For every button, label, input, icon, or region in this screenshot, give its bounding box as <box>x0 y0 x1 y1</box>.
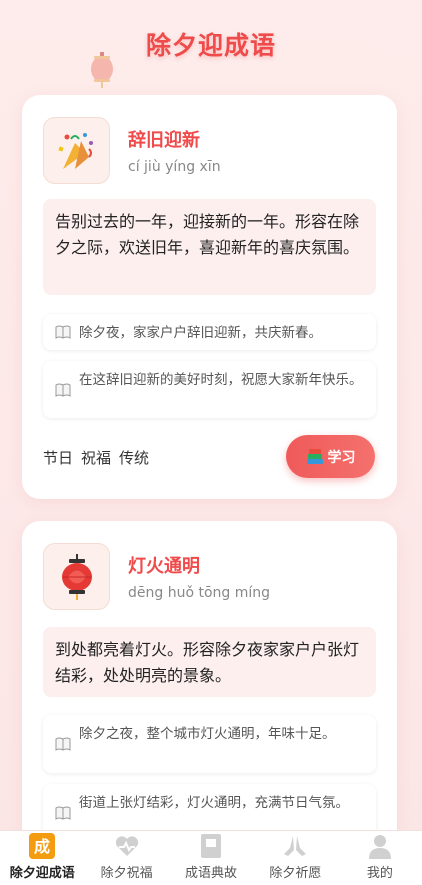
book-icon <box>55 806 71 820</box>
tab-label: 除夕祝福 <box>100 866 153 881</box>
tab-label: 除夕迎成语 <box>9 866 75 881</box>
tag: 节日 <box>43 449 74 467</box>
example-text: 除夕之夜，整个城市灯火通明，年味十足。 <box>79 726 336 742</box>
idiom-meaning: 告别过去的一年，迎接新的一年。形容在除夕之际，欢送旧年，喜迎新年的喜庆氛围。 <box>43 199 376 295</box>
tab-label: 我的 <box>366 866 393 881</box>
lantern-decoration-icon <box>91 52 113 88</box>
party-popper-icon <box>57 132 93 169</box>
book-icon <box>55 737 71 751</box>
idiom-meaning: 到处都亮着灯火。形容除夕夜家家户户张灯结彩，处处明亮的景象。 <box>43 627 376 697</box>
idiom-icon-box <box>43 117 110 184</box>
idiom-icon: 成 <box>28 832 56 860</box>
book-icon <box>55 325 71 339</box>
example-sentence: 除夕之夜，整个城市灯火通明，年味十足。 <box>43 715 376 773</box>
tab-label: 除夕祈愿 <box>269 866 322 881</box>
idiom-card[interactable]: 灯火通明 dēng huǒ tōng míng 到处都亮着灯火。形容除夕夜家家户… <box>22 521 397 851</box>
books-icon <box>306 448 323 464</box>
tab-label: 成语典故 <box>185 866 238 881</box>
example-text: 除夕夜，家家户户辞旧迎新，共庆新春。 <box>79 325 322 341</box>
pray-icon <box>281 832 309 860</box>
heart-icon <box>113 832 141 860</box>
lantern-icon <box>61 553 92 600</box>
example-sentence: 除夕夜，家家户户辞旧迎新，共庆新春。 <box>43 314 376 350</box>
example-text: 街道上张灯结彩，灯火通明，充满节日气氛。 <box>79 795 349 811</box>
idiom-pinyin: cí jiù yíng xīn <box>128 159 221 175</box>
example-text: 在这辞旧迎新的美好时刻，祝愿大家新年快乐。 <box>79 372 363 388</box>
tag: 祝福 <box>81 449 112 467</box>
bottom-tab-bar: 成 除夕迎成语 除夕祝福 成语典故 除夕祈愿 我的 <box>0 830 422 885</box>
example-sentence: 在这辞旧迎新的美好时刻，祝愿大家新年快乐。 <box>43 361 376 418</box>
idiom-card[interactable]: 辞旧迎新 cí jiù yíng xīn 告别过去的一年，迎接新的一年。形容在除… <box>22 95 397 499</box>
user-icon <box>366 832 394 860</box>
idiom-title: 灯火通明 <box>128 556 200 577</box>
book-icon <box>197 832 225 860</box>
tab-wishes[interactable]: 除夕祈愿 <box>253 831 337 885</box>
tag: 传统 <box>119 449 150 467</box>
learn-button-label: 学习 <box>327 449 356 466</box>
tab-profile[interactable]: 我的 <box>338 831 422 885</box>
idiom-title: 辞旧迎新 <box>128 130 200 151</box>
learn-button[interactable]: 学习 <box>286 435 375 478</box>
idiom-icon-box <box>43 543 110 610</box>
tab-stories[interactable]: 成语典故 <box>169 831 253 885</box>
tab-idioms[interactable]: 成 除夕迎成语 <box>0 831 84 885</box>
idiom-tags: 节日 祝福 传统 <box>43 447 149 468</box>
book-icon <box>55 383 71 397</box>
svg-text:成: 成 <box>34 837 50 856</box>
page-title: 除夕迎成语 <box>145 31 276 60</box>
idiom-pinyin: dēng huǒ tōng míng <box>128 585 271 601</box>
tab-blessings[interactable]: 除夕祝福 <box>84 831 168 885</box>
